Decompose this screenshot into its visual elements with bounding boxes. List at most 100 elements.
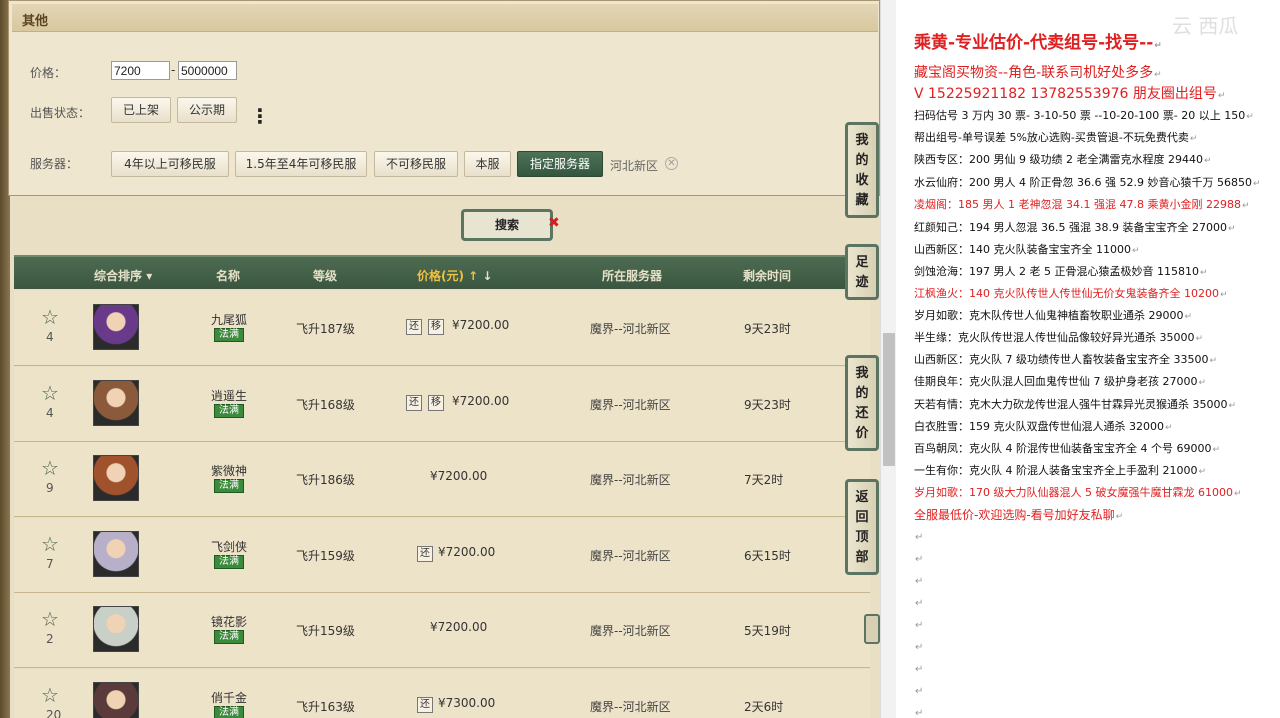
trade-tag: 移 xyxy=(428,319,444,335)
side-nav-history-button[interactable]: 足迹 xyxy=(845,244,879,300)
more-vertical-icon[interactable]: ⋮ xyxy=(250,103,270,129)
avatar[interactable] xyxy=(93,681,139,718)
doc-line: 藏宝阁买物资--角色-联系司机好处多多↵ xyxy=(914,62,1162,82)
paragraph-mark-icon: ↵ xyxy=(1241,201,1250,211)
role-server: 魔界--河北新区 xyxy=(590,624,671,638)
avatar[interactable] xyxy=(93,606,139,652)
trade-tag: 还 xyxy=(417,696,433,713)
remaining-time: 5天19时 xyxy=(744,624,791,638)
doc-line: 佳期良年：克火队混人回血鬼传世仙 7 级护身老孩 27000↵ xyxy=(914,373,1206,389)
scrollbar[interactable] xyxy=(880,0,896,718)
doc-line-text: 凌烟阁：185 男人 1 老神忽混 34.1 强混 47.8 乘黄小金刚 229… xyxy=(914,198,1241,211)
price-min-input[interactable] xyxy=(111,61,170,80)
role-price: ¥7300.00 xyxy=(438,695,496,710)
remaining-time: 9天23时 xyxy=(744,322,791,336)
table-row[interactable]: ☆ 4 九尾狐 法满 飞升187级 还移 ¥7200.00 魔界--河北新区 9… xyxy=(14,291,870,366)
avatar[interactable] xyxy=(93,455,139,501)
status-listed-button[interactable]: 已上架 xyxy=(111,97,171,123)
star-icon[interactable]: ☆ xyxy=(41,458,61,478)
role-name[interactable]: 飞剑侠 xyxy=(194,538,264,555)
role-server: 魔界--河北新区 xyxy=(590,473,671,487)
doc-line-text: 陕西专区：200 男仙 9 级功绩 2 老全满雷克水程度 29440 xyxy=(914,153,1203,166)
doc-line-text: 乘黄-专业估价-代卖组号-找号-- xyxy=(914,33,1154,53)
table-row[interactable]: ☆ 9 紫微神 法满 飞升186级 ¥7200.00 魔界--河北新区 7天2时 xyxy=(14,442,870,517)
doc-line: 山西新区：克火队 7 级功绩传世人畜牧装备宝宝齐全 33500↵ xyxy=(914,351,1217,367)
scroll-thumb[interactable] xyxy=(883,333,895,466)
trading-panel: 其他 价格： - 出售状态： 已上架 公示期 ⋮ 服务器： 4年以上可移民服 1… xyxy=(0,0,880,718)
role-server: 魔界--河北新区 xyxy=(590,699,671,714)
paragraph-mark-icon: ↵ xyxy=(915,576,924,587)
favorite-count: 4 xyxy=(46,330,54,344)
paragraph-mark-icon: ↵ xyxy=(1252,179,1261,189)
avatar[interactable] xyxy=(93,530,139,577)
doc-line: 乘黄-专业估价-代卖组号-找号--↵ xyxy=(914,28,1162,53)
side-nav-handle[interactable] xyxy=(864,614,880,644)
table-row[interactable]: ☆ 7 飞剑侠 法满 飞升159级 还 ¥7200.00 魔界--河北新区 6天… xyxy=(14,517,870,593)
doc-line: V 15225921182 13782553976 朋友圈出组号↵ xyxy=(914,83,1225,103)
server-specified-button[interactable]: 指定服务器 xyxy=(517,151,603,177)
price-dash: - xyxy=(171,63,176,77)
doc-line-text: V 15225921182 13782553976 朋友圈出组号 xyxy=(914,86,1217,102)
role-price: ¥7200.00 xyxy=(452,318,510,332)
role-name[interactable]: 逍遥生 xyxy=(194,387,264,404)
paragraph-mark-icon: ↵ xyxy=(915,686,924,697)
status-public-button[interactable]: 公示期 xyxy=(177,97,237,123)
server-no-migrate-button[interactable]: 不可移民服 xyxy=(374,151,458,177)
status-badge: 法满 xyxy=(214,705,244,718)
star-icon[interactable]: ☆ xyxy=(41,534,61,554)
star-icon[interactable]: ☆ xyxy=(41,609,61,629)
doc-line: 天若有情：克木大力砍龙传世混人强牛甘霖异光灵猴通杀 35000↵ xyxy=(914,396,1236,412)
level-header: 等级 xyxy=(313,269,338,283)
role-level: 飞升187级 xyxy=(296,322,355,336)
favorite-count: 7 xyxy=(46,556,54,571)
doc-line: 白衣胜雪：159 克火队双盘传世仙混人通杀 32000↵ xyxy=(914,418,1173,434)
role-name[interactable]: 镜花影 xyxy=(194,613,264,630)
paragraph-mark-icon: ↵ xyxy=(915,554,924,565)
side-nav-counter-offer-button[interactable]: 我的还价 xyxy=(845,355,879,451)
cross-icon: ✖ xyxy=(548,215,560,231)
server-local-button[interactable]: 本服 xyxy=(464,151,511,177)
star-icon[interactable]: ☆ xyxy=(41,685,61,705)
doc-line: 山西新区：140 克火队装备宝宝齐全 11000↵ xyxy=(914,241,1140,257)
avatar[interactable] xyxy=(93,304,139,350)
role-server: 魔界--河北新区 xyxy=(590,548,671,563)
table-row[interactable]: ☆ 4 逍遥生 法满 飞升168级 还移 ¥7200.00 魔界--河北新区 9… xyxy=(14,366,870,442)
selected-region: 河北新区 xyxy=(610,159,659,173)
side-nav-back-to-top-button[interactable]: 返回顶部 xyxy=(845,479,879,575)
doc-line: 凌烟阁：185 男人 1 老神忽混 34.1 强混 47.8 乘黄小金刚 229… xyxy=(914,196,1250,212)
price-max-input[interactable] xyxy=(178,61,237,80)
star-icon[interactable]: ☆ xyxy=(41,307,61,327)
server-4y-button[interactable]: 4年以上可移民服 xyxy=(111,151,229,177)
doc-line: 半生缘：克火队传世混人传世仙品像较好异光通杀 35000↵ xyxy=(914,329,1203,345)
doc-line-text: 藏宝阁买物资--角色-联系司机好处多多 xyxy=(914,65,1154,81)
role-name[interactable]: 紫微神 xyxy=(194,462,264,479)
section-title: 其他 xyxy=(22,14,49,29)
side-nav-favorites-button[interactable]: 我的收藏 xyxy=(845,122,879,218)
star-icon[interactable]: ☆ xyxy=(41,383,61,403)
paragraph-mark-icon: ↵ xyxy=(1227,224,1236,234)
role-name[interactable]: 九尾狐 xyxy=(194,311,264,328)
role-price: ¥7200.00 xyxy=(438,544,496,559)
paragraph-mark-icon: ↵ xyxy=(1246,112,1254,122)
paragraph-mark-icon: ↵ xyxy=(915,642,924,653)
role-name[interactable]: 俏千金 xyxy=(194,689,264,706)
doc-line: 陕西专区：200 男仙 9 级功绩 2 老全满雷克水程度 29440↵ xyxy=(914,151,1212,167)
favorite-count: 4 xyxy=(46,405,54,420)
doc-line-text: 岁月如歌：170 级大力队仙器混人 5 破女魔强牛魔甘霖龙 61000 xyxy=(914,486,1233,499)
server-header: 所在服务器 xyxy=(602,269,663,283)
price-header[interactable]: 价格(元) ↑ ↓ xyxy=(417,267,492,284)
avatar[interactable] xyxy=(93,379,139,426)
table-row[interactable]: ☆ 2 镜花影 法满 飞升159级 ¥7200.00 魔界--河北新区 5天19… xyxy=(14,593,870,668)
status-badge: 法满 xyxy=(214,630,244,644)
doc-line-text: 半生缘：克火队传世混人传世仙品像较好异光通杀 35000 xyxy=(914,331,1195,344)
role-price: ¥7200.00 xyxy=(452,393,510,408)
search-button[interactable]: 搜索 xyxy=(461,209,553,241)
paragraph-mark-icon: ↵ xyxy=(915,664,924,675)
close-icon[interactable]: ✕ xyxy=(665,157,678,170)
paragraph-mark-icon: ↵ xyxy=(1154,41,1162,51)
server-1-5y-button[interactable]: 1.5年至4年可移民服 xyxy=(235,151,367,177)
paragraph-mark-icon: ↵ xyxy=(1115,512,1124,522)
sort-header[interactable]: 综合排序 ▾ xyxy=(94,267,152,284)
paragraph-mark-icon: ↵ xyxy=(1198,378,1207,388)
table-row[interactable]: ☆ 20 俏千金 法满 飞升163级 还 ¥7300.00 魔界--河北新区 2… xyxy=(14,668,870,718)
